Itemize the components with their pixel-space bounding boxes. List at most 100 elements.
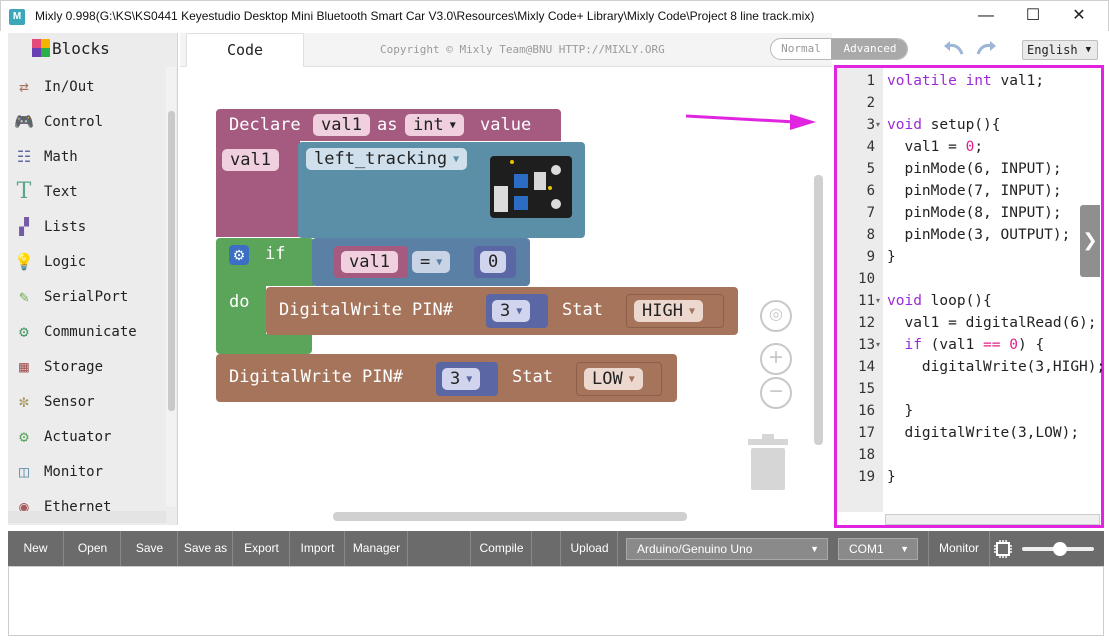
annotation-arrow bbox=[686, 114, 816, 130]
number-field[interactable]: 0 bbox=[480, 251, 507, 273]
fold-arrow-icon[interactable]: ▾ bbox=[876, 296, 880, 305]
category-serialport[interactable]: ✎ SerialPort bbox=[12, 282, 162, 312]
mode-advanced-button[interactable]: Advanced bbox=[831, 39, 907, 59]
code-line: digitalWrite(3,LOW); bbox=[887, 425, 1080, 441]
mode-normal-button[interactable]: Normal bbox=[771, 39, 831, 59]
language-select[interactable]: English ▼ bbox=[1022, 40, 1098, 60]
workspace-vertical-scrollbar[interactable] bbox=[814, 175, 823, 445]
workspace-horizontal-scrollbar[interactable] bbox=[333, 512, 687, 521]
category-math[interactable]: ☷ Math bbox=[12, 142, 162, 172]
trash-icon[interactable] bbox=[746, 434, 790, 492]
code-line: val1 = 0; bbox=[887, 139, 984, 155]
sensor-dropdown[interactable]: left_tracking ▼ bbox=[306, 148, 468, 170]
category-sensor[interactable]: ✼ Sensor bbox=[12, 387, 162, 417]
export-button[interactable]: Export bbox=[234, 531, 290, 566]
zoom-slider-handle[interactable] bbox=[1053, 542, 1067, 556]
line-number: 2 bbox=[866, 95, 875, 111]
port-select[interactable]: COM1 ▼ bbox=[838, 538, 918, 560]
declare-type-dropdown[interactable]: int ▼ bbox=[405, 114, 464, 136]
upload-button[interactable]: Upload bbox=[562, 531, 618, 566]
category-monitor[interactable]: ◫ Monitor bbox=[12, 457, 162, 487]
save-button[interactable]: Save bbox=[122, 531, 178, 566]
level-value: LOW bbox=[592, 369, 623, 389]
level-value: HIGH bbox=[642, 301, 683, 321]
if-block-footer[interactable] bbox=[216, 334, 312, 354]
line-number: 17 bbox=[858, 425, 875, 441]
compare-variable-field[interactable]: val1 bbox=[341, 251, 398, 273]
category-communicate[interactable]: ⚙ Communicate bbox=[12, 317, 162, 347]
title-bar: M Mixly 0.998(G:\KS\KS0441 Keyestudio De… bbox=[0, 0, 1109, 31]
sidebar-scrollbar-thumb[interactable] bbox=[168, 111, 175, 411]
chevron-down-icon: ▼ bbox=[1085, 45, 1091, 55]
save-as-button[interactable]: Save as bbox=[179, 531, 233, 566]
actuator-icon: ⚙ bbox=[19, 427, 29, 446]
code-line: pinMode(8, INPUT); bbox=[887, 205, 1062, 221]
manager-button[interactable]: Manager bbox=[346, 531, 408, 566]
category-text[interactable]: T Text bbox=[12, 177, 162, 207]
pin-dropdown-low[interactable]: 3 ▼ bbox=[442, 368, 481, 390]
code-horizontal-scrollbar[interactable] bbox=[885, 514, 1100, 525]
copyright-text: Copyright © Mixly Team@BNU HTTP://MIXLY.… bbox=[380, 43, 665, 56]
chip-icon[interactable] bbox=[992, 539, 1014, 559]
category-label: Lists bbox=[44, 219, 87, 235]
category-lists[interactable]: ▞ Lists bbox=[12, 212, 162, 242]
line-number: 7 bbox=[866, 205, 875, 221]
monitor-icon: ◫ bbox=[19, 462, 29, 481]
output-console[interactable] bbox=[8, 566, 1104, 636]
stat-label-high: Stat bbox=[562, 300, 603, 320]
minimize-icon[interactable]: — bbox=[966, 5, 1006, 29]
category-logic[interactable]: 💡 Logic bbox=[12, 247, 162, 277]
pin-dropdown-high[interactable]: 3 ▼ bbox=[492, 300, 531, 322]
gear-icon[interactable]: ⚙ bbox=[229, 245, 249, 265]
board-select[interactable]: Arduino/Genuino Uno ▼ bbox=[626, 538, 828, 560]
chevron-down-icon: ▼ bbox=[466, 374, 473, 385]
level-dropdown-high[interactable]: HIGH ▼ bbox=[634, 300, 703, 322]
close-icon[interactable]: ✕ bbox=[1059, 5, 1099, 29]
category-label: In/Out bbox=[44, 79, 95, 95]
category-label: Communicate bbox=[44, 324, 137, 340]
sidebar-horizontal-scrollbar[interactable] bbox=[8, 511, 166, 523]
category-ethernet[interactable]: ◉ Ethernet bbox=[12, 492, 162, 512]
new-button[interactable]: New bbox=[8, 531, 64, 566]
code-line: digitalWrite(3,HIGH); bbox=[887, 359, 1106, 375]
code-line: } bbox=[887, 403, 914, 419]
fold-arrow-icon[interactable]: ▾ bbox=[876, 340, 880, 349]
maximize-icon[interactable]: ☐ bbox=[1013, 5, 1053, 29]
inout-icon: ⇄ bbox=[19, 77, 29, 96]
compile-button[interactable]: Compile bbox=[472, 531, 532, 566]
blocks-heading: Blocks bbox=[32, 39, 110, 58]
category-control[interactable]: 🎮 Control bbox=[12, 107, 162, 137]
bottom-toolbar: New Open Save Save as Export Import Mana… bbox=[8, 531, 1104, 566]
tab-code[interactable]: Code bbox=[186, 33, 304, 67]
declare-variable-field[interactable]: val1 bbox=[313, 114, 370, 136]
do-keyword: do bbox=[229, 292, 250, 312]
compare-operator-dropdown[interactable]: = ▼ bbox=[412, 251, 451, 273]
language-value: English bbox=[1027, 43, 1078, 57]
zoom-in-icon[interactable]: + bbox=[760, 343, 792, 375]
line-number: 4 bbox=[866, 139, 875, 155]
open-button[interactable]: Open bbox=[65, 531, 121, 566]
category-inout[interactable]: ⇄ In/Out bbox=[12, 72, 162, 102]
chevron-down-icon: ▼ bbox=[810, 544, 819, 554]
recenter-icon[interactable]: ◎ bbox=[760, 300, 792, 332]
code-panel[interactable]: 1 2 3 ▾ 4 5 6 7 8 9 10 11 ▾ 12 13 ▾ 14 15 16 17 18 19 volatil… bbox=[834, 65, 1106, 528]
line-number: 13 bbox=[858, 337, 875, 353]
line-number: 16 bbox=[858, 403, 875, 419]
declare-type-value: int bbox=[413, 115, 444, 135]
chevron-down-icon: ▼ bbox=[449, 120, 456, 131]
declare-as-label: as bbox=[377, 115, 398, 135]
chevron-right-icon[interactable]: ❯ bbox=[1080, 205, 1100, 277]
redo-icon[interactable] bbox=[974, 37, 998, 59]
level-dropdown-low[interactable]: LOW ▼ bbox=[584, 368, 643, 390]
category-actuator[interactable]: ⚙ Actuator bbox=[12, 422, 162, 452]
monitor-button[interactable]: Monitor bbox=[928, 531, 990, 566]
undo-icon[interactable] bbox=[942, 37, 966, 59]
category-storage[interactable]: ▦ Storage bbox=[12, 352, 162, 382]
stat-label-low: Stat bbox=[512, 367, 553, 387]
import-button[interactable]: Import bbox=[291, 531, 345, 566]
fold-arrow-icon[interactable]: ▾ bbox=[876, 120, 880, 129]
value-variable-field[interactable]: val1 bbox=[222, 149, 279, 171]
mode-toggle[interactable]: Normal Advanced bbox=[770, 38, 908, 60]
zoom-out-icon[interactable]: − bbox=[760, 377, 792, 409]
category-label: Monitor bbox=[44, 464, 104, 480]
